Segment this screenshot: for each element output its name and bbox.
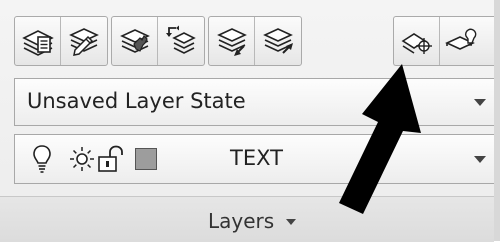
layer-off-button[interactable]	[440, 17, 500, 65]
layer-make-current-icon	[216, 28, 247, 56]
button-group-4	[393, 16, 500, 66]
layer-previous-button[interactable]	[158, 17, 204, 65]
chevron-down-icon[interactable]	[286, 219, 296, 225]
layer-dropdown[interactable]: TEXT	[14, 134, 500, 184]
current-layer-name: TEXT	[230, 146, 283, 170]
layer-toolbar	[14, 16, 500, 68]
chevron-down-icon	[474, 156, 486, 163]
panel-edge	[494, 0, 500, 241]
panel-footer[interactable]: Layers	[0, 196, 494, 242]
layer-isolate-button[interactable]	[112, 17, 158, 65]
sun-icon[interactable]	[69, 145, 95, 173]
layer-off-icon	[445, 28, 477, 50]
layer-color-swatch[interactable]	[135, 148, 157, 170]
layer-isolate-icon	[119, 29, 150, 53]
padlock-unlocked-icon[interactable]	[97, 145, 123, 173]
button-group-2	[111, 16, 205, 66]
layer-change-to-current-button[interactable]	[255, 17, 301, 65]
layers-panel: Unsaved Layer State TEXT Layers	[0, 0, 500, 242]
layer-previous-icon	[166, 25, 196, 54]
lightbulb-icon[interactable]	[31, 144, 53, 174]
layer-unisolate-button[interactable]	[394, 17, 440, 65]
button-group-3	[208, 16, 302, 66]
panel-title: Layers	[208, 209, 275, 233]
layer-state-value: Unsaved Layer State	[27, 89, 246, 113]
button-group-1	[14, 16, 108, 66]
layer-status-icons	[31, 144, 157, 174]
layer-match-icon	[69, 28, 99, 56]
chevron-down-icon	[474, 99, 486, 106]
layer-unisolate-icon	[401, 33, 432, 54]
layer-state-dropdown[interactable]: Unsaved Layer State	[14, 78, 500, 126]
layer-match-button[interactable]	[61, 17, 107, 65]
layer-make-current-button[interactable]	[209, 17, 255, 65]
layer-change-to-current-icon	[263, 28, 293, 54]
layer-properties-icon	[21, 30, 54, 56]
layer-properties-button[interactable]	[15, 17, 61, 65]
